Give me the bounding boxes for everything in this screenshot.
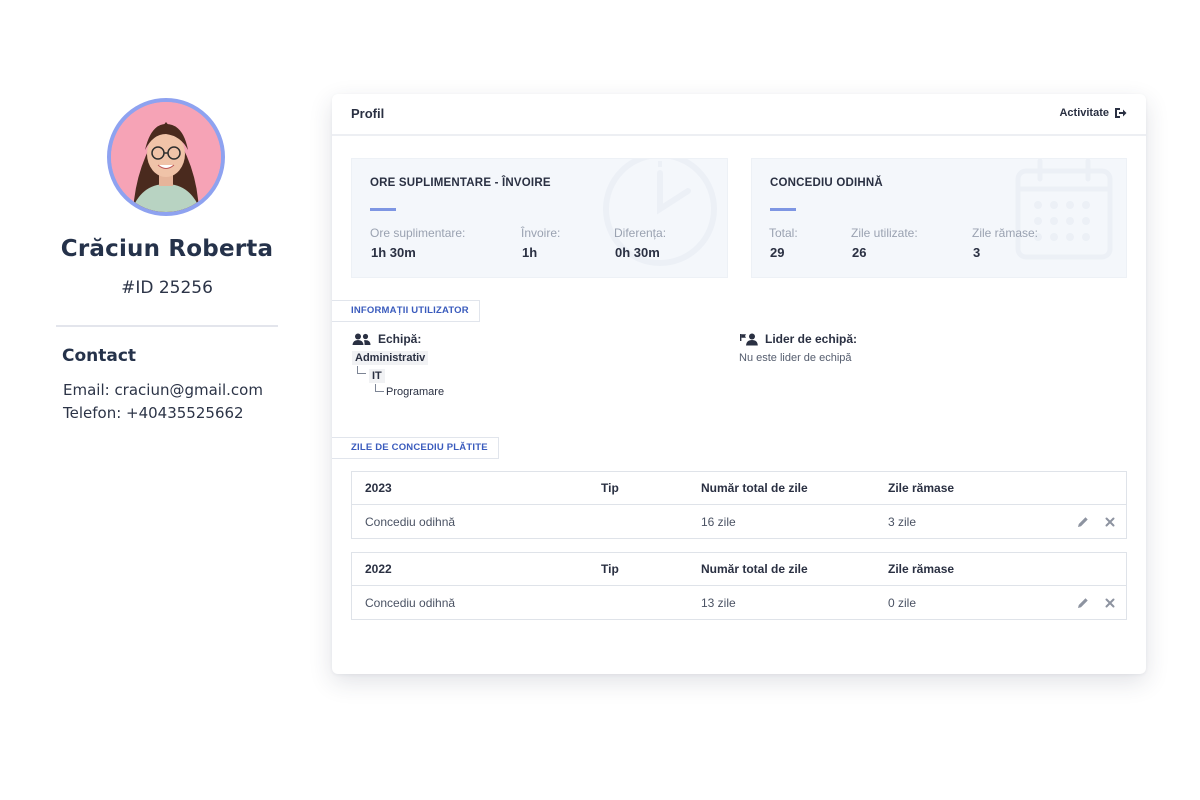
vacation-total-value: 29 [770, 245, 785, 260]
leave-type: Concediu odihnă [365, 515, 456, 529]
column-header: Număr total de zile [701, 562, 808, 576]
table-row: Concediu odihnă 16 zile 3 zile [352, 506, 1126, 539]
pencil-icon [1078, 598, 1088, 608]
profile-id: #ID 25256 [121, 278, 213, 298]
tab-paid-leave[interactable]: ZILE DE CONCEDIU PLĂTITE [332, 437, 499, 459]
edit-button[interactable] [1076, 596, 1090, 610]
team-node: IT [369, 369, 385, 383]
difference-label: Diferența: [614, 226, 667, 240]
days-used-label: Zile utilizate: [851, 226, 918, 240]
team-label: Echipă: [378, 332, 422, 346]
accent-bar [370, 208, 396, 211]
table-header: 2022 Tip Număr total de zile Zile rămase [352, 553, 1126, 586]
leave-hours-value: 1h [522, 245, 538, 260]
divider [56, 325, 278, 327]
team-field: Echipă: Administrativ IT Programare [352, 332, 732, 412]
avatar [107, 98, 225, 216]
column-header: Număr total de zile [701, 481, 808, 495]
days-left-value: 3 [973, 245, 981, 260]
leader-field: Lider de echipă: Nu este lider de echipă [739, 332, 1119, 364]
contact-heading: Contact [62, 346, 137, 366]
leader-value: Nu este lider de echipă [739, 352, 852, 364]
contact-email: Email: craciun@gmail.com [63, 381, 263, 399]
column-header: Zile rămase [888, 481, 955, 495]
edit-button[interactable] [1076, 515, 1090, 529]
team-node: Administrativ [352, 351, 429, 365]
contact-phone: Telefon: +40435525662 [63, 404, 244, 422]
leave-total: 13 zile [701, 596, 736, 610]
profile-name: Crăciun Roberta [60, 236, 274, 262]
tree-connector [375, 384, 384, 392]
column-header: Zile rămase [888, 562, 955, 576]
tree-connector [357, 366, 366, 374]
leader-label: Lider de echipă: [765, 332, 858, 346]
delete-button[interactable] [1103, 596, 1117, 610]
leave-total: 16 zile [701, 515, 736, 529]
days-left-label: Zile rămase: [972, 226, 1039, 240]
activity-link[interactable]: Activitate [1059, 107, 1127, 119]
leave-table-2023: 2023 Tip Număr total de zile Zile rămase… [351, 471, 1127, 539]
vacation-panel: CONCEDIU ODIHNĂ Total: 29 Zile utilizate… [751, 158, 1127, 278]
overtime-title: ORE SUPLIMENTARE - ÎNVOIRE [370, 177, 551, 189]
card-header: Profil Activitate [332, 94, 1146, 136]
days-used-value: 26 [852, 245, 867, 260]
clock-icon [603, 159, 717, 266]
leave-type: Concediu odihnă [365, 596, 456, 610]
leader-label-row: Lider de echipă: [739, 332, 1119, 346]
year-header: 2023 [365, 481, 392, 495]
delete-button[interactable] [1103, 515, 1117, 529]
users-icon [352, 333, 371, 345]
close-icon [1105, 598, 1115, 608]
activity-link-label: Activitate [1059, 107, 1109, 119]
difference-value: 0h 30m [615, 245, 660, 260]
profile-card: Profil Activitate ORE SUPLIMENTARE - ÎNV… [332, 94, 1146, 674]
table-row: Concediu odihnă 13 zile 0 zile [352, 587, 1126, 620]
accent-bar [770, 208, 796, 211]
column-header: Tip [601, 481, 619, 495]
leave-hours-label: Învoire: [521, 226, 561, 240]
overtime-panel: ORE SUPLIMENTARE - ÎNVOIRE Ore supliment… [351, 158, 728, 278]
column-header: Tip [601, 562, 619, 576]
overtime-label: Ore suplimentare: [370, 226, 466, 240]
team-node: Programare [386, 386, 445, 398]
table-header: 2023 Tip Număr total de zile Zile rămase [352, 472, 1126, 505]
year-header: 2022 [365, 562, 392, 576]
leave-remaining: 0 zile [888, 596, 917, 610]
tab-user-info[interactable]: INFORMAȚII UTILIZATOR [332, 300, 480, 322]
pencil-icon [1078, 517, 1088, 527]
vacation-title: CONCEDIU ODIHNĂ [770, 177, 883, 189]
close-icon [1105, 517, 1115, 527]
leave-table-2022: 2022 Tip Număr total de zile Zile rămase… [351, 552, 1127, 620]
team-label-row: Echipă: [352, 332, 732, 346]
calendar-icon [1015, 159, 1113, 260]
user-flag-icon [740, 333, 758, 345]
overtime-value: 1h 30m [371, 245, 416, 260]
leave-remaining: 3 zile [888, 515, 917, 529]
page-title: Profil [351, 106, 385, 121]
user-photo-icon [111, 102, 221, 212]
vacation-total-label: Total: [769, 226, 798, 240]
sign-out-icon [1115, 108, 1127, 118]
